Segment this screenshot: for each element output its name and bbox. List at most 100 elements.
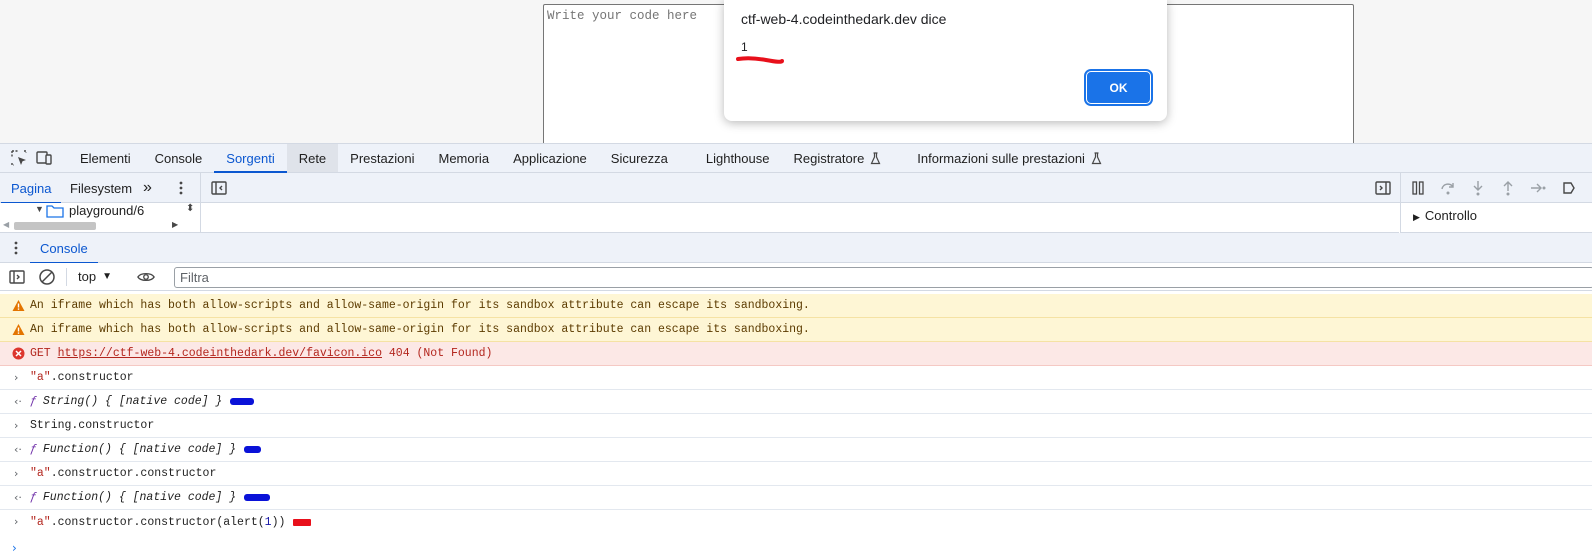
scrollbar-thumb[interactable] <box>14 222 96 230</box>
console-messages: An iframe which has both allow-scripts a… <box>0 294 1592 534</box>
console-input-row[interactable]: › "a" .constructor <box>0 366 1592 390</box>
red-redaction-mark <box>736 56 784 64</box>
output-text: Function() { [native code] } <box>42 443 237 456</box>
deactivate-breakpoints-icon[interactable] <box>1560 179 1578 197</box>
watch-section[interactable]: ▶ Controllo <box>1413 208 1477 223</box>
tab-recorder[interactable]: Registratore <box>781 144 893 172</box>
code-string: "a" <box>30 467 51 480</box>
code-string: "a" <box>30 515 51 529</box>
pause-icon[interactable] <box>1409 179 1427 197</box>
console-toolbar: top ▼ <box>0 263 1592 291</box>
input-arrow-icon: › <box>14 467 19 480</box>
drawer-tabbar: Console <box>0 233 1592 264</box>
more-options-icon[interactable] <box>172 179 190 197</box>
error-url-link[interactable]: https://ctf-web-4.codeinthedark.dev/favi… <box>58 347 382 360</box>
toggle-navigator-icon[interactable] <box>210 179 228 197</box>
tab-performance-insights-label: Informazioni sulle prestazioni <box>917 150 1085 166</box>
alert-dialog: ctf-web-4.codeinthedark.dev dice 1 OK <box>724 0 1167 121</box>
ok-button[interactable]: OK <box>1084 69 1153 106</box>
warning-text: An iframe which has both allow-scripts a… <box>30 299 810 312</box>
sidebar-toggle-icon[interactable] <box>8 268 26 286</box>
blue-redaction-mark <box>244 494 271 501</box>
input-arrow-icon: › <box>14 371 19 384</box>
console-input-row[interactable]: › String.constructor <box>0 414 1592 438</box>
debugger-sidebar: ▶ Controllo <box>1400 203 1592 233</box>
scroll-right-icon[interactable]: ▶ <box>172 220 178 229</box>
console-input-row[interactable]: › "a" .constructor.constructor <box>0 462 1592 486</box>
code-number: 1 <box>264 515 272 529</box>
separator <box>1400 173 1401 203</box>
expand-arrow-icon: ▶ <box>1413 212 1420 222</box>
console-warning: An iframe which has both allow-scripts a… <box>0 318 1592 342</box>
context-label: top <box>78 269 97 284</box>
function-symbol: ƒ <box>30 395 37 408</box>
warning-icon <box>12 300 25 311</box>
tab-network[interactable]: Rete <box>286 144 339 172</box>
flask-icon <box>1091 151 1102 164</box>
warning-text: An iframe which has both allow-scripts a… <box>30 323 810 336</box>
toggle-debugger-icon[interactable] <box>1374 179 1392 197</box>
clear-console-icon[interactable] <box>38 268 56 286</box>
separator <box>66 268 67 286</box>
tab-lighthouse[interactable]: Lighthouse <box>694 144 782 172</box>
step-into-icon[interactable] <box>1469 179 1487 197</box>
red-redaction-mark <box>293 518 312 526</box>
watch-section-label: Controllo <box>1424 208 1477 223</box>
horizontal-scrollbar[interactable]: ◀ ▶ <box>0 219 200 233</box>
error-icon <box>12 347 25 360</box>
tab-performance[interactable]: Prestazioni <box>338 144 426 172</box>
console-error: GET https://ctf-web-4.codeinthedark.dev/… <box>0 342 1592 366</box>
console-warning: An iframe which has both allow-scripts a… <box>0 294 1592 318</box>
step-over-icon[interactable] <box>1439 179 1457 197</box>
output-arrow-icon: ‹· <box>14 443 22 456</box>
more-tabs-icon[interactable]: » <box>143 173 152 203</box>
function-symbol: ƒ <box>30 491 37 504</box>
flask-icon <box>870 151 881 164</box>
device-toolbar-icon[interactable] <box>31 144 56 172</box>
error-method: GET <box>30 347 51 360</box>
sources-tab-filesystem[interactable]: Filesystem <box>70 173 132 203</box>
code-text: .constructor.constructor <box>50 467 217 480</box>
console-prompt-icon[interactable]: › <box>12 541 17 555</box>
tab-memory[interactable]: Memoria <box>426 144 501 172</box>
tab-sources[interactable]: Sorgenti <box>214 144 288 173</box>
tab-performance-insights[interactable]: Informazioni sulle prestazioni <box>905 144 1114 172</box>
code-text: .constructor <box>50 371 134 384</box>
context-selector[interactable]: top ▼ <box>78 269 112 284</box>
tab-elements[interactable]: Elementi <box>68 144 143 172</box>
function-symbol: ƒ <box>30 443 37 456</box>
step-icon[interactable] <box>1529 179 1547 197</box>
warning-icon <box>12 324 25 335</box>
sources-tab-page[interactable]: Pagina <box>0 173 63 204</box>
output-text: Function() { [native code] } <box>42 491 237 504</box>
code-text: String.constructor <box>30 419 155 432</box>
console-output-row[interactable]: ‹· ƒ Function() { [native code] } <box>0 486 1592 510</box>
blue-redaction-mark <box>230 398 255 405</box>
devtools-tabbar: Elementi Console Sorgenti Rete Prestazio… <box>0 143 1592 173</box>
step-out-icon[interactable] <box>1499 179 1517 197</box>
filter-input[interactable] <box>174 267 1592 288</box>
drawer-menu-icon[interactable] <box>7 239 25 257</box>
inspect-element-icon[interactable] <box>6 144 31 172</box>
expand-arrow-icon[interactable]: ▼ <box>35 204 44 214</box>
console-output-row[interactable]: ‹· ƒ String() { [native code] } <box>0 390 1592 414</box>
folder-icon <box>46 205 64 218</box>
code-string: "a" <box>30 371 51 384</box>
code-text: )) <box>271 515 286 529</box>
error-status: 404 (Not Found) <box>388 347 493 360</box>
scroll-left-icon[interactable]: ◀ <box>3 220 9 229</box>
console-input-row[interactable]: › "a" .constructor.constructor(alert(1)) <box>0 510 1592 534</box>
tab-console[interactable]: Console <box>143 144 215 172</box>
tab-security[interactable]: Sicurezza <box>599 144 680 172</box>
console-output-row[interactable]: ‹· ƒ Function() { [native code] } <box>0 438 1592 462</box>
file-tree-item[interactable]: ▼ playground/6 ⬍ <box>0 203 200 219</box>
resize-arrows-icon[interactable]: ⬍ <box>186 203 194 214</box>
eye-icon[interactable] <box>137 268 155 286</box>
output-arrow-icon: ‹· <box>14 395 22 408</box>
drawer-tab-console[interactable]: Console <box>30 233 98 264</box>
tab-application[interactable]: Applicazione <box>501 144 599 172</box>
output-arrow-icon: ‹· <box>14 491 22 504</box>
file-tree-label: playground/6 <box>69 203 145 218</box>
input-arrow-icon: › <box>14 515 19 528</box>
output-text: String() { [native code] } <box>42 395 223 408</box>
